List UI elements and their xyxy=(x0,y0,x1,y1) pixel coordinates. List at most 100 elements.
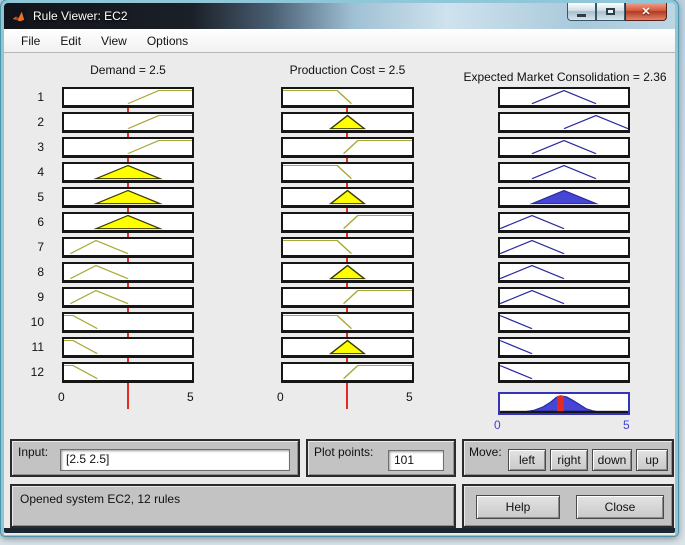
rule-number: 2 xyxy=(37,115,44,129)
move-panel: Move: left right down up xyxy=(462,439,674,477)
rule-number: 9 xyxy=(37,290,44,304)
cost-mf-cell-rule-6[interactable] xyxy=(281,212,414,233)
cost-mf-cell-rule-3[interactable] xyxy=(281,137,414,158)
help-button[interactable]: Help xyxy=(476,495,560,519)
output-mf-cell-rule-4 xyxy=(498,162,630,183)
input-panel: Input: [2.5 2.5] xyxy=(10,439,300,477)
aggregate-output-plot xyxy=(498,392,630,415)
mf-curve xyxy=(500,340,533,355)
output-mf-cell-rule-9 xyxy=(498,287,630,308)
cost-mf-cell-rule-7[interactable] xyxy=(281,237,414,258)
demand-header: Demand = 2.5 xyxy=(90,63,166,77)
defuzzified-value-marker xyxy=(557,395,564,412)
matlab-logo-glyph xyxy=(12,11,25,21)
menu-file[interactable]: File xyxy=(12,32,49,50)
cost-axis-min: 0 xyxy=(277,390,284,404)
mf-curve xyxy=(328,114,367,130)
output-mf-cell-rule-12 xyxy=(498,362,630,383)
status-panel: Opened system EC2, 12 rules xyxy=(10,484,456,528)
demand-mf-cell-rule-8[interactable] xyxy=(62,262,194,283)
matlab-app-icon xyxy=(10,7,27,25)
cost-mf-cell-rule-1[interactable] xyxy=(281,87,414,108)
mf-curve xyxy=(342,139,412,154)
input-label: Input: xyxy=(18,445,49,459)
mf-curve xyxy=(342,364,412,379)
menu-bar: File Edit View Options xyxy=(4,29,675,53)
mf-curve xyxy=(69,239,129,255)
demand-mf-cell-rule-9[interactable] xyxy=(62,287,194,308)
demand-mf-cell-rule-3[interactable] xyxy=(62,137,194,158)
move-label: Move: xyxy=(469,445,502,459)
menu-options[interactable]: Options xyxy=(138,32,197,50)
maximize-icon xyxy=(606,8,615,15)
mf-curve xyxy=(93,214,163,230)
cost-mf-cell-rule-10[interactable] xyxy=(281,312,414,333)
output-header: Expected Market Consolidation = 2.36 xyxy=(463,70,667,84)
move-left-button[interactable]: left xyxy=(508,449,546,471)
mf-curve xyxy=(328,189,367,205)
demand-mf-cell-rule-7[interactable] xyxy=(62,237,194,258)
production-cost-header: Production Cost = 2.5 xyxy=(289,63,406,77)
mf-curve xyxy=(64,364,98,380)
demand-mf-cell-rule-2[interactable] xyxy=(62,112,194,133)
mf-curve xyxy=(500,264,565,280)
cost-mf-cell-rule-4[interactable] xyxy=(281,162,414,183)
demand-mf-cell-rule-4[interactable] xyxy=(62,162,194,183)
close-window-button[interactable]: ✕ xyxy=(625,3,667,21)
rule-viewer-window: Rule Viewer: EC2 ✕ File Edit View Option… xyxy=(0,0,679,537)
demand-mf-cell-rule-5[interactable] xyxy=(62,187,194,208)
demand-mf-cell-rule-12[interactable] xyxy=(62,362,194,383)
mf-curve xyxy=(283,314,353,329)
rule-number: 11 xyxy=(31,340,44,354)
output-axis-min: 0 xyxy=(494,418,501,432)
demand-axis-min: 0 xyxy=(58,390,65,404)
mf-curve xyxy=(69,264,129,280)
mf-curve xyxy=(531,164,597,180)
demand-mf-cell-rule-11[interactable] xyxy=(62,337,194,358)
rule-number: 5 xyxy=(37,190,44,204)
rule-plot-area: Demand = 2.5 Production Cost = 2.5 Expec… xyxy=(4,53,675,435)
mf-curve xyxy=(342,289,412,304)
cost-mf-cell-rule-5[interactable] xyxy=(281,187,414,208)
mf-curve xyxy=(283,164,353,179)
mf-curve xyxy=(500,239,565,255)
move-down-button[interactable]: down xyxy=(592,449,632,471)
cost-axis-max: 5 xyxy=(406,390,413,404)
output-mf-cell-rule-3 xyxy=(498,137,630,158)
minimize-button[interactable] xyxy=(567,3,596,21)
input-field[interactable]: [2.5 2.5] xyxy=(60,449,290,471)
rule-number: 6 xyxy=(37,215,44,229)
move-up-button[interactable]: up xyxy=(636,449,668,471)
menu-edit[interactable]: Edit xyxy=(51,32,90,50)
mf-curve xyxy=(93,189,163,205)
demand-mf-cell-rule-6[interactable] xyxy=(62,212,194,233)
mf-curve xyxy=(531,139,597,155)
mf-curve xyxy=(64,314,98,330)
cost-mf-cell-rule-12[interactable] xyxy=(281,362,414,383)
cost-mf-cell-rule-2[interactable] xyxy=(281,112,414,133)
mf-curve xyxy=(127,89,192,105)
close-button[interactable]: Close xyxy=(576,495,664,519)
cost-mf-cell-rule-8[interactable] xyxy=(281,262,414,283)
cost-mf-cell-rule-9[interactable] xyxy=(281,287,414,308)
titlebar[interactable]: Rule Viewer: EC2 ✕ xyxy=(4,3,675,29)
demand-mf-cell-rule-10[interactable] xyxy=(62,312,194,333)
maximize-button[interactable] xyxy=(596,3,625,21)
mf-curve xyxy=(500,214,565,230)
plot-points-panel: Plot points: 101 xyxy=(306,439,456,477)
close-icon: ✕ xyxy=(641,6,651,18)
output-mf-cell-rule-6 xyxy=(498,212,630,233)
mf-curve xyxy=(328,264,367,280)
mf-curve xyxy=(342,214,412,229)
cost-mf-cell-rule-11[interactable] xyxy=(281,337,414,358)
move-right-button[interactable]: right xyxy=(550,449,588,471)
plot-points-field[interactable]: 101 xyxy=(388,450,444,471)
plot-points-label: Plot points: xyxy=(314,445,374,459)
demand-mf-cell-rule-1[interactable] xyxy=(62,87,194,108)
mf-curve xyxy=(529,189,599,205)
demand-axis-max: 5 xyxy=(187,390,194,404)
status-text: Opened system EC2, 12 rules xyxy=(20,492,181,506)
mf-curve xyxy=(283,239,353,254)
mf-curve xyxy=(531,89,597,105)
menu-view[interactable]: View xyxy=(92,32,136,50)
